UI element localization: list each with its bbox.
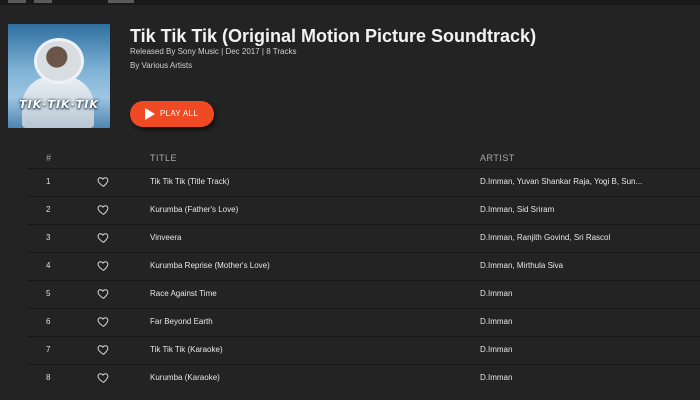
heart-icon[interactable] <box>97 259 110 272</box>
track-title[interactable]: Tik Tik Tik (Karaoke) <box>150 345 223 354</box>
album-cover-logo: TIK·TIK·TIK <box>19 98 99 111</box>
heart-icon[interactable] <box>97 203 110 216</box>
toolbar-icon[interactable] <box>34 0 52 3</box>
play-all-label: PLAY ALL <box>160 109 199 118</box>
track-artist[interactable]: D.Imman <box>480 373 512 382</box>
track-row[interactable]: 2 Kurumba (Father's Love) D.Imman, Sid Sri… <box>28 196 700 224</box>
album-artist-info: By Various Artists <box>130 61 193 70</box>
album-cover-image: TIK·TIK·TIK <box>8 24 110 128</box>
track-list-header: # TITLE ARTIST <box>28 148 700 168</box>
track-artist[interactable]: D.Imman, Yuvan Shankar Raja, Yogi B, Sun… <box>480 177 642 186</box>
track-artist[interactable]: D.Imman, Mirthula Siva <box>480 261 563 270</box>
track-title[interactable]: Vinveera <box>150 233 181 242</box>
track-number: 8 <box>46 373 51 382</box>
track-artist[interactable]: D.Imman <box>480 345 512 354</box>
track-row[interactable]: 5 Race Against Time D.Imman <box>28 280 700 308</box>
heart-icon[interactable] <box>97 343 110 356</box>
heart-icon[interactable] <box>97 175 110 188</box>
album-title: Tik Tik Tik (Original Motion Picture Sou… <box>130 26 537 46</box>
track-number: 6 <box>46 317 51 326</box>
track-number: 4 <box>46 261 51 270</box>
toolbar-icon[interactable] <box>108 0 134 3</box>
track-row[interactable]: 1 Tik Tik Tik (Title Track) D.Imman, Yuvan… <box>28 168 700 196</box>
top-toolbar-strip <box>0 0 700 5</box>
track-row[interactable]: 3 Vinveera D.Imman, Ranjith Govind, Sri Ra… <box>28 224 700 252</box>
heart-icon[interactable] <box>97 287 110 300</box>
track-title[interactable]: Race Against Time <box>150 289 217 298</box>
track-artist[interactable]: D.Imman, Ranjith Govind, Sri Rascol <box>480 233 610 242</box>
play-icon <box>145 108 155 120</box>
track-number: 1 <box>46 177 51 186</box>
track-title[interactable]: Kurumba (Karaoke) <box>150 373 220 382</box>
column-header-artist[interactable]: ARTIST <box>480 153 515 163</box>
play-all-button[interactable]: PLAY ALL <box>130 101 214 127</box>
track-row[interactable]: 7 Tik Tik Tik (Karaoke) D.Imman <box>28 336 700 364</box>
track-title[interactable]: Kurumba (Father's Love) <box>150 205 238 214</box>
track-title[interactable]: Far Beyond Earth <box>150 317 213 326</box>
astronaut-helmet-graphic <box>34 38 84 84</box>
album-release-info: Released By Sony Music | Dec 2017 | 8 Tr… <box>130 47 297 56</box>
track-artist[interactable]: D.Imman <box>480 317 512 326</box>
track-number: 5 <box>46 289 51 298</box>
track-number: 7 <box>46 345 51 354</box>
track-number: 3 <box>46 233 51 242</box>
track-list: # TITLE ARTIST 1 Tik Tik Tik (Title Track… <box>28 148 700 392</box>
track-artist[interactable]: D.Imman <box>480 289 512 298</box>
heart-icon[interactable] <box>97 231 110 244</box>
column-header-number: # <box>46 153 52 163</box>
heart-icon[interactable] <box>97 371 110 384</box>
toolbar-icon[interactable] <box>8 0 26 3</box>
track-row[interactable]: 4 Kurumba Reprise (Mother's Love) D.Imman,… <box>28 252 700 280</box>
track-number: 2 <box>46 205 51 214</box>
track-rows: 1 Tik Tik Tik (Title Track) D.Imman, Yuvan… <box>28 168 700 392</box>
track-title[interactable]: Kurumba Reprise (Mother's Love) <box>150 261 270 270</box>
heart-icon[interactable] <box>97 315 110 328</box>
column-header-title[interactable]: TITLE <box>150 153 177 163</box>
track-artist[interactable]: D.Imman, Sid Sriram <box>480 205 554 214</box>
track-row[interactable]: 8 Kurumba (Karaoke) D.Imman <box>28 364 700 392</box>
track-title[interactable]: Tik Tik Tik (Title Track) <box>150 177 229 186</box>
track-row[interactable]: 6 Far Beyond Earth D.Imman <box>28 308 700 336</box>
